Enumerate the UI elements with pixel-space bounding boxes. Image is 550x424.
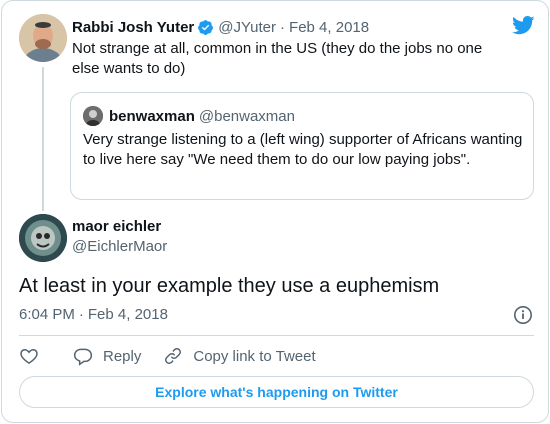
reply-icon xyxy=(73,348,93,366)
quoted-tweet-text: Very strange listening to a (left wing) … xyxy=(83,131,523,168)
link-icon xyxy=(165,348,182,364)
tweet-date[interactable]: Feb 4, 2018 xyxy=(88,306,168,323)
heart-icon xyxy=(20,348,38,364)
tweet-actions: Reply Copy link to Tweet xyxy=(19,345,338,367)
main-author-handle[interactable]: @EichlerMaor xyxy=(72,238,167,255)
separator-dot: · xyxy=(78,306,84,323)
parent-author-avatar[interactable] xyxy=(19,14,67,62)
parent-tweet-header: Rabbi Josh Yuter @JYuter · Feb 4, 2018 xyxy=(72,17,369,37)
main-tweet-timestamp[interactable]: 6:04 PM · Feb 4, 2018 xyxy=(19,306,168,323)
quoted-author-handle: @benwaxman xyxy=(198,107,295,125)
tweet-time[interactable]: 6:04 PM xyxy=(19,306,75,323)
main-author-name[interactable]: maor eichler xyxy=(72,218,161,235)
main-author-avatar[interactable] xyxy=(19,214,67,262)
thread-connector-line xyxy=(42,67,44,211)
explore-twitter-button[interactable]: Explore what's happening on Twitter xyxy=(19,376,534,408)
quoted-author-name: benwaxman xyxy=(109,107,195,125)
quoted-tweet[interactable]: benwaxman @benwaxman Very strange listen… xyxy=(70,92,534,200)
separator-dot: · xyxy=(280,18,286,36)
quoted-tweet-header: benwaxman @benwaxman xyxy=(109,106,295,126)
verified-badge-icon xyxy=(197,19,214,36)
reply-label: Reply xyxy=(103,347,142,365)
parent-tweet-date[interactable]: Feb 4, 2018 xyxy=(289,19,369,36)
copy-link-label: Copy link to Tweet xyxy=(193,347,316,365)
parent-author-name[interactable]: Rabbi Josh Yuter xyxy=(72,19,194,36)
like-button[interactable] xyxy=(19,346,39,366)
tweet-embed-card: Rabbi Josh Yuter @JYuter · Feb 4, 2018 N… xyxy=(1,0,549,423)
divider xyxy=(19,335,534,336)
parent-tweet-text: Not strange at all, common in the US (th… xyxy=(72,40,483,77)
twitter-bird-icon[interactable] xyxy=(512,16,535,35)
info-icon[interactable] xyxy=(513,305,533,325)
main-tweet-text: At least in your example they use a euph… xyxy=(19,275,440,297)
quoted-author-avatar xyxy=(83,106,103,126)
parent-author-handle[interactable]: @JYuter xyxy=(218,19,276,36)
copy-link-button[interactable]: Copy link to Tweet xyxy=(163,346,316,366)
reply-button[interactable]: Reply xyxy=(73,346,141,366)
